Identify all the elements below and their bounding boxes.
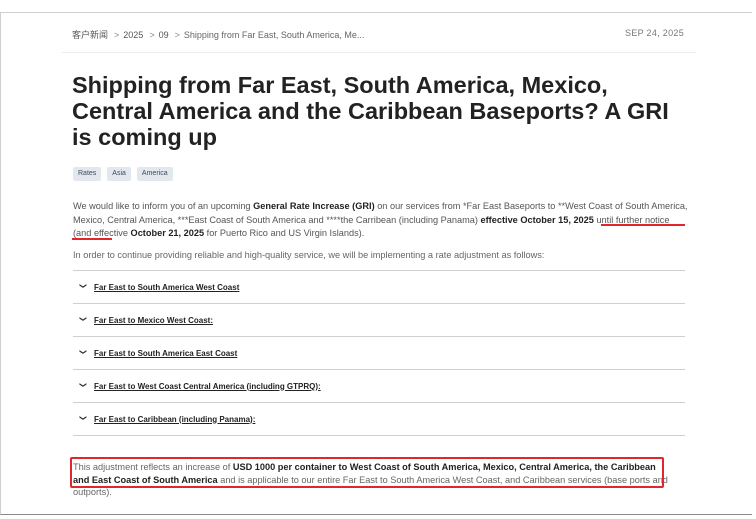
intro-effective-date: effective October 15, 2025 xyxy=(480,214,594,225)
lead-paragraph: In order to continue providing reliable … xyxy=(73,250,545,260)
accordion-item-central-america[interactable]: ❯ Far East to West Coast Central America… xyxy=(73,369,685,402)
accordion-label[interactable]: Far East to Caribbean (including Panama)… xyxy=(94,415,255,424)
chevron-down-icon: ❯ xyxy=(79,382,86,388)
chevron-down-icon: ❯ xyxy=(79,283,86,289)
highlight-underline xyxy=(601,224,685,226)
chevron-down-icon: ❯ xyxy=(79,316,86,322)
publish-date: SEP 24, 2025 xyxy=(625,28,684,38)
highlight-underline xyxy=(72,238,112,240)
accordion-item-sa-east[interactable]: ❯ Far East to South America East Coast xyxy=(73,336,685,369)
chevron-down-icon: ❯ xyxy=(79,349,86,355)
intro-text: for Puerto Rico and US Virgin Islands). xyxy=(204,228,365,238)
top-bar: 客户新闻 >2025 >09 > Shipping from Far East, Sou… xyxy=(72,28,684,42)
breadcrumb-separator: > xyxy=(174,30,180,40)
divider xyxy=(62,52,696,53)
accordion-item-sa-west[interactable]: ❯ Far East to South America West Coast xyxy=(73,270,685,303)
tag-asia[interactable]: Asia xyxy=(107,167,131,181)
intro-text: We would like to inform you of an upcomi… xyxy=(73,201,254,211)
accordion-item-caribbean[interactable]: ❯ Far East to Caribbean (including Panam… xyxy=(73,402,685,436)
breadcrumb-separator: > xyxy=(114,30,120,40)
breadcrumb-item-news[interactable]: 客户新闻 xyxy=(72,30,108,40)
highlight-box xyxy=(70,457,664,488)
breadcrumb-item-current: Shipping from Far East, South America, M… xyxy=(183,30,365,40)
accordion-label[interactable]: Far East to South America East Coast xyxy=(94,349,237,358)
page-title: Shipping from Far East, South America, M… xyxy=(72,72,669,150)
breadcrumb: 客户新闻 >2025 >09 > Shipping from Far East, Sou… xyxy=(72,28,366,41)
breadcrumb-item-year[interactable]: 2025 xyxy=(123,30,143,40)
breadcrumb-separator: > xyxy=(149,30,155,40)
accordion-item-mexico-west[interactable]: ❯ Far East to Mexico West Coast: xyxy=(73,303,685,336)
intro-pr-date: October 21, 2025 xyxy=(130,228,205,238)
tag-list: Rates Asia America xyxy=(73,167,173,181)
accordion-label[interactable]: Far East to South America West Coast xyxy=(94,283,239,292)
chevron-down-icon: ❯ xyxy=(79,415,86,421)
tag-rates[interactable]: Rates xyxy=(73,167,102,181)
intro-paragraph: We would like to inform you of an upcomi… xyxy=(73,200,689,241)
accordion-label[interactable]: Far East to West Coast Central America (… xyxy=(94,382,321,391)
rate-accordion: ❯ Far East to South America West Coast ❯… xyxy=(73,270,685,436)
accordion-label[interactable]: Far East to Mexico West Coast: xyxy=(94,316,213,325)
intro-gri: General Rate Increase (GRI) xyxy=(253,201,375,211)
tag-america[interactable]: America xyxy=(136,167,173,181)
breadcrumb-item-month[interactable]: 09 xyxy=(159,30,169,40)
